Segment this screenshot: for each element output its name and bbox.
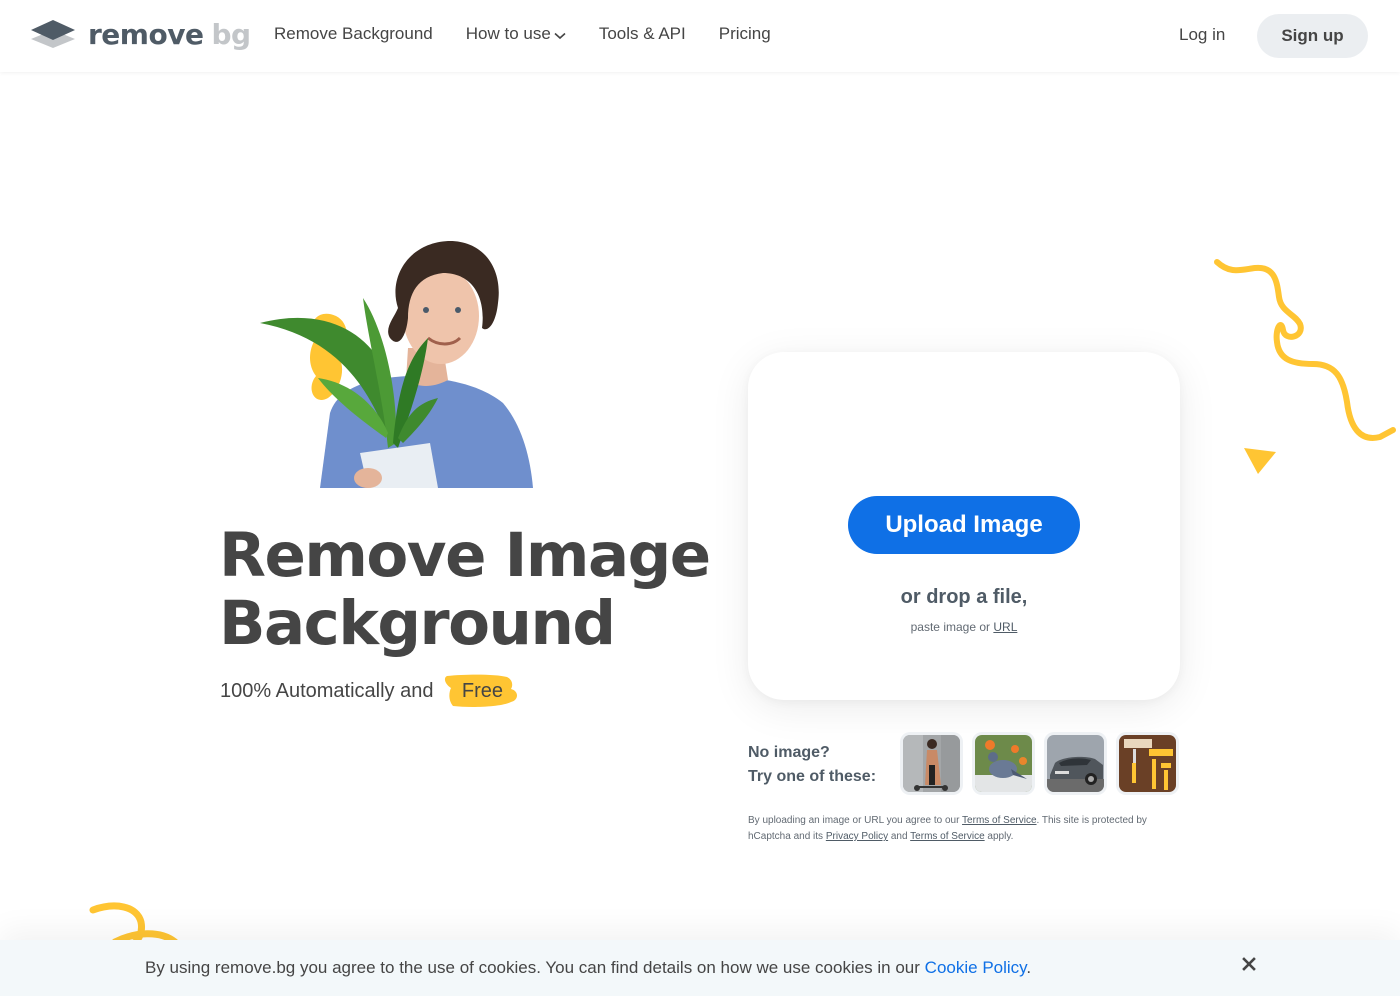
sample-thumbnail-pigeons — [975, 735, 1032, 792]
login-link[interactable]: Log in — [1179, 25, 1225, 45]
upload-image-button[interactable]: Upload Image — [848, 496, 1080, 554]
main-nav: Remove Background How to use Tools & API… — [274, 24, 804, 44]
nav-how-to-use[interactable]: How to use — [466, 24, 566, 44]
sample-pigeons[interactable] — [972, 732, 1035, 795]
upload-dropzone[interactable]: Upload Image or drop a file, paste image… — [748, 352, 1180, 700]
signup-button[interactable]: Sign up — [1257, 14, 1368, 58]
sample-thumbnail-woman — [903, 735, 960, 792]
paste-hint: paste image or URL — [910, 620, 1018, 634]
drop-file-text: or drop a file, — [900, 586, 1028, 608]
sample-thumbnail-car — [1047, 735, 1104, 792]
free-highlight: Free — [441, 672, 519, 710]
nav-tools-api[interactable]: Tools & API — [599, 24, 686, 44]
layers-logo-icon — [31, 20, 75, 48]
yellow-triangle-decoration — [1244, 448, 1276, 474]
chevron-down-icon — [554, 32, 566, 39]
logo-link[interactable]: remove bg — [31, 18, 251, 52]
hero-photo — [260, 240, 533, 488]
cookie-policy-link[interactable]: Cookie Policy — [925, 958, 1027, 977]
legal-notice: By uploading an image or URL you agree t… — [748, 815, 1147, 842]
nav-pricing[interactable]: Pricing — [719, 24, 771, 44]
hero-headline: Remove Image Background — [219, 520, 711, 659]
sample-thumbnail-rollers — [1119, 735, 1176, 792]
nav-remove-background[interactable]: Remove Background — [274, 24, 433, 44]
yellow-squiggle-decoration — [1214, 259, 1396, 441]
site-header: remove bg Remove Background How to use To… — [0, 0, 1400, 72]
hcaptcha-terms-link[interactable]: Terms of Service — [910, 831, 984, 842]
url-link[interactable]: URL — [993, 620, 1017, 634]
yellow-curve-decoration — [89, 902, 179, 945]
sample-images — [900, 732, 1188, 795]
sample-prompt: No image? Try one of these: — [748, 744, 877, 785]
close-icon[interactable] — [1240, 955, 1258, 973]
terms-of-service-link[interactable]: Terms of Service — [962, 815, 1036, 826]
cookie-banner: By using remove.bg you agree to the use … — [0, 940, 1400, 996]
cookie-message: By using remove.bg you agree to the use … — [145, 958, 1032, 977]
sample-woman-with-scooter[interactable] — [900, 732, 963, 795]
sample-grey-car[interactable] — [1044, 732, 1107, 795]
sample-paint-rollers[interactable] — [1116, 732, 1179, 795]
logo-text: remove bg — [88, 18, 251, 51]
hero-subline: 100% Automatically and Free — [220, 672, 519, 710]
privacy-policy-link[interactable]: Privacy Policy — [826, 831, 888, 842]
